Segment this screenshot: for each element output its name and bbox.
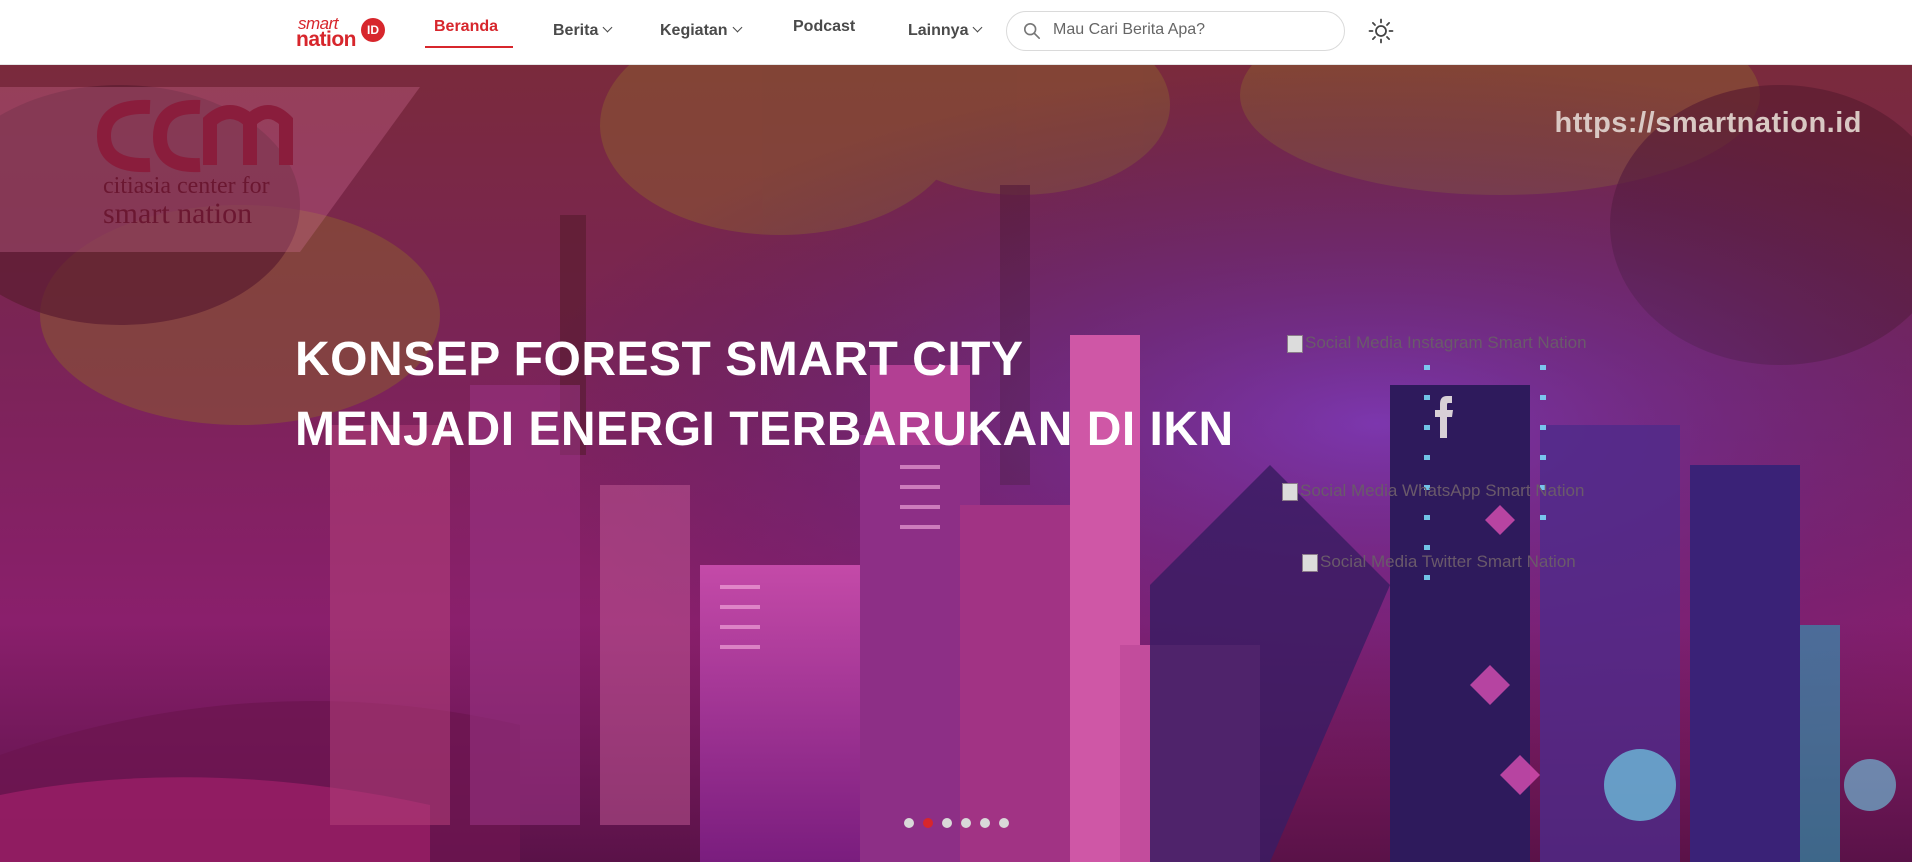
- broken-image-icon: [1282, 482, 1298, 501]
- carousel-dot[interactable]: [942, 818, 952, 828]
- nav-lainnya[interactable]: Lainnya: [908, 22, 983, 40]
- search-input[interactable]: [1047, 12, 1333, 48]
- nav-berita[interactable]: Berita: [553, 22, 613, 40]
- social-twitter-link[interactable]: Social Media Twitter Smart Nation: [1302, 552, 1576, 572]
- nav-berita-label: Berita: [553, 22, 599, 39]
- ccsn-logo-line1: citiasia center for: [103, 173, 270, 199]
- hero-banner[interactable]: citiasia center for smart nation https:/…: [0, 65, 1912, 862]
- chevron-down-icon: [602, 22, 613, 33]
- social-whatsapp-alt: Social Media WhatsApp Smart Nation: [1300, 481, 1585, 500]
- headline-line-2: MENJADI ENERGI TERBARUKAN DI IKN: [295, 403, 1234, 456]
- broken-image-icon: [1287, 334, 1303, 353]
- active-nav-indicator: [425, 46, 513, 48]
- broken-image-icon: [1302, 553, 1318, 572]
- social-twitter-alt: Social Media Twitter Smart Nation: [1320, 552, 1576, 571]
- social-whatsapp-link[interactable]: Social Media WhatsApp Smart Nation: [1282, 481, 1584, 501]
- ccsn-logo-panel: citiasia center for smart nation: [0, 87, 420, 252]
- ccsn-logo-line2: smart nation: [103, 197, 253, 230]
- logo-nation-text: nation: [296, 28, 357, 51]
- top-navbar: smart nation ID Beranda Berita Kegiatan …: [0, 0, 1912, 65]
- sun-icon[interactable]: [1368, 18, 1394, 44]
- facebook-icon[interactable]: [1430, 395, 1458, 439]
- carousel-dot[interactable]: [923, 818, 933, 828]
- chevron-down-icon: [973, 22, 983, 33]
- chevron-down-icon: [732, 22, 743, 33]
- hero-headline[interactable]: KONSEP FOREST SMART CITY MENJADI ENERGI …: [295, 325, 1234, 465]
- carousel-dot[interactable]: [961, 818, 971, 828]
- site-url-watermark: https://smartnation.id: [1554, 107, 1862, 139]
- search-box: [1006, 11, 1345, 51]
- carousel-dot[interactable]: [904, 818, 914, 828]
- nav-kegiatan-label: Kegiatan: [660, 22, 728, 39]
- logo-id-badge: ID: [361, 18, 385, 42]
- carousel-dot[interactable]: [980, 818, 990, 828]
- smart-nation-logo[interactable]: smart nation ID: [296, 14, 388, 51]
- nav-lainnya-label: Lainnya: [908, 22, 969, 39]
- social-instagram-link[interactable]: Social Media Instagram Smart Nation: [1287, 333, 1587, 353]
- social-instagram-alt: Social Media Instagram Smart Nation: [1305, 333, 1587, 352]
- search-icon: [1023, 22, 1041, 40]
- carousel-dot[interactable]: [999, 818, 1009, 828]
- nav-podcast[interactable]: Podcast: [793, 18, 855, 36]
- nav-beranda[interactable]: Beranda: [434, 18, 498, 36]
- headline-line-1: KONSEP FOREST SMART CITY: [295, 333, 1024, 386]
- nav-kegiatan[interactable]: Kegiatan: [660, 22, 743, 40]
